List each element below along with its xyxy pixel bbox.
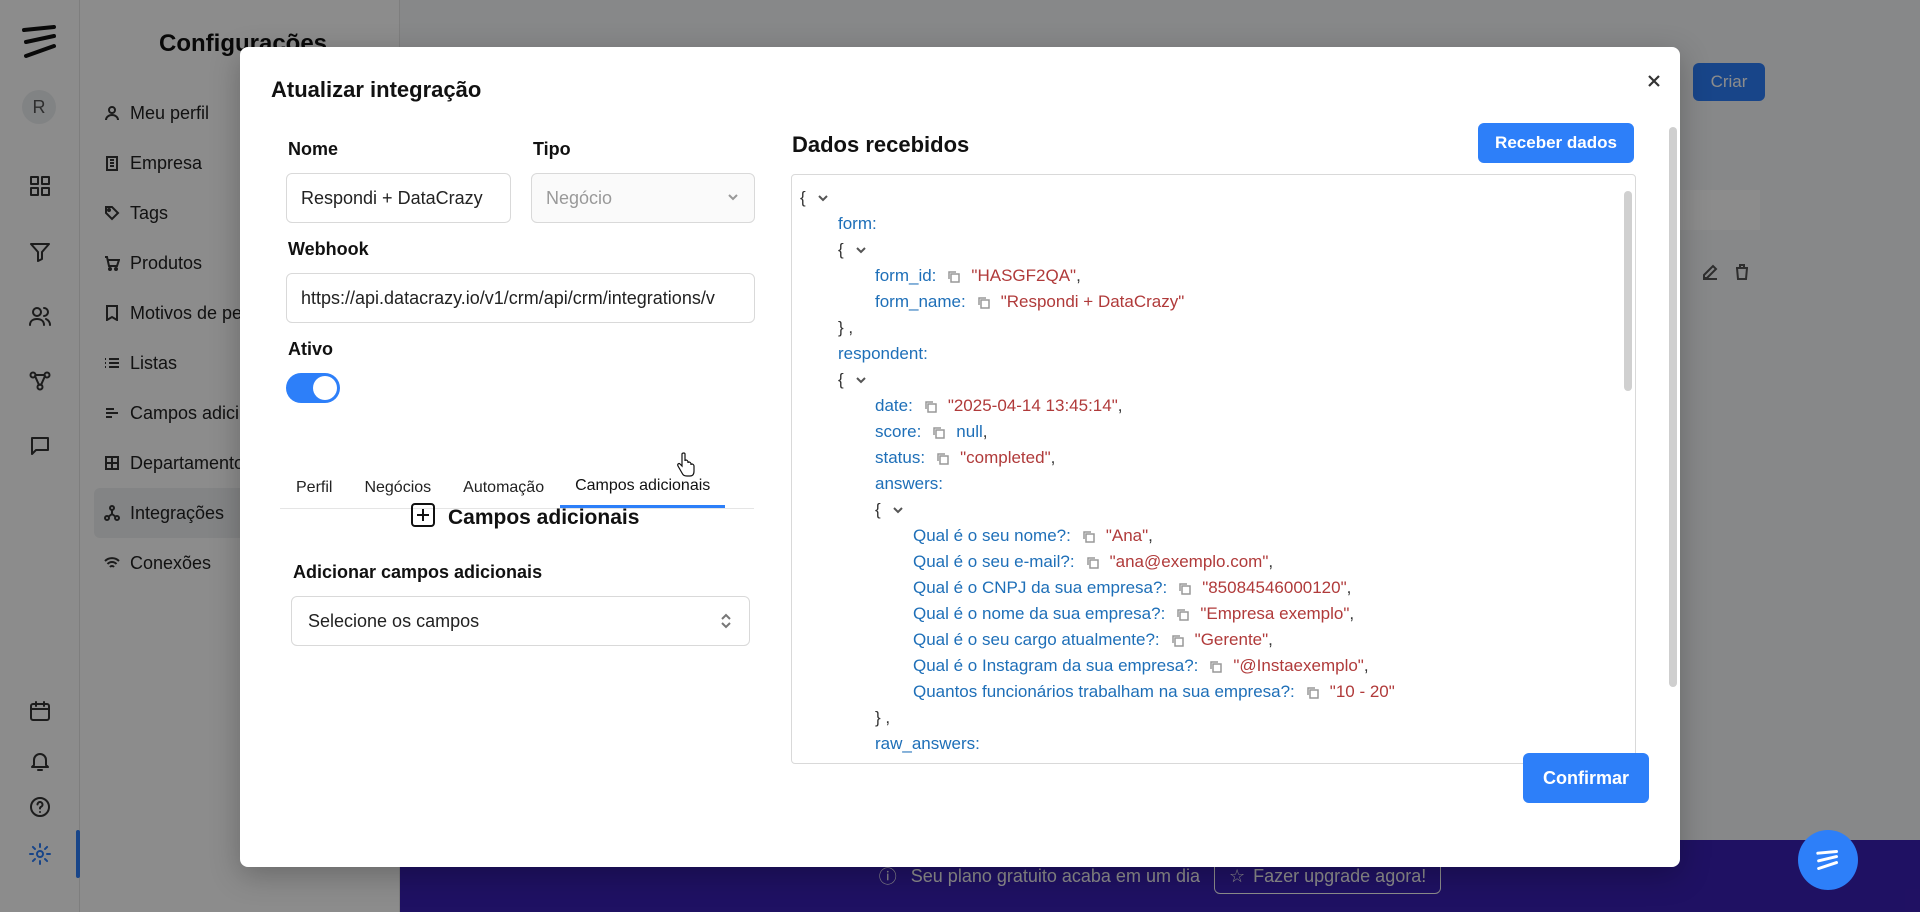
json-viewer[interactable]: { form: { form_id: "HASGF2QA", form_name:… — [791, 174, 1636, 764]
json-key-form: form: — [838, 214, 877, 233]
mouse-pointer-icon — [676, 452, 696, 478]
copy-icon[interactable] — [976, 295, 991, 310]
json-form-name: form_name: "Respondi + DataCrazy" — [875, 292, 1185, 311]
nome-input[interactable]: Respondi + DataCrazy — [286, 173, 511, 223]
modal-title: Atualizar integração — [271, 77, 482, 102]
json-respondent-open: { — [838, 367, 868, 393]
json-form-close: } , — [838, 318, 854, 337]
json-answers-open: { — [875, 497, 905, 523]
chevron-down-icon[interactable] — [816, 191, 830, 205]
confirmar-button[interactable]: Confirmar — [1523, 753, 1649, 803]
json-answers-close: } , — [875, 708, 891, 727]
json-scrollbar[interactable] — [1624, 191, 1632, 391]
update-integration-modal: Atualizar integração Nome Respondi + Dat… — [240, 47, 1680, 867]
copy-icon[interactable] — [1208, 659, 1223, 674]
select-placeholder: Selecione os campos — [308, 610, 480, 631]
receber-dados-button[interactable]: Receber dados — [1478, 123, 1634, 163]
copy-icon[interactable] — [1081, 529, 1096, 544]
modal-scrollbar[interactable] — [1669, 127, 1677, 687]
chevron-updown-icon — [721, 613, 731, 629]
close-button[interactable] — [1640, 67, 1668, 95]
tipo-select[interactable]: Negócio — [531, 173, 755, 223]
json-score: score: null, — [875, 422, 988, 441]
plus-square-icon — [410, 502, 436, 534]
chevron-down-icon[interactable] — [891, 503, 905, 517]
json-answer: Qual é o nome da sua empresa?: "Empresa e… — [913, 604, 1355, 623]
dados-recebidos-title: Dados recebidos — [792, 132, 970, 157]
section-title: Campos adicionais — [448, 506, 640, 529]
json-key-raw-answers: raw_answers: — [875, 734, 980, 753]
copy-icon[interactable] — [1177, 581, 1192, 596]
json-answer: Qual é o CNPJ da sua empresa?: "850845460… — [913, 578, 1352, 597]
json-form-open: { — [838, 237, 868, 263]
chevron-down-icon[interactable] — [854, 373, 868, 387]
copy-icon[interactable] — [1305, 685, 1320, 700]
json-key-respondent: respondent: — [838, 344, 928, 363]
webhook-input[interactable]: https://api.datacrazy.io/v1/crm/api/crm/… — [286, 273, 755, 323]
json-status: status: "completed", — [875, 448, 1056, 467]
json-date: date: "2025-04-14 13:45:14", — [875, 396, 1123, 415]
tab-perfil[interactable]: Perfil — [280, 467, 348, 508]
copy-icon[interactable] — [1170, 633, 1185, 648]
fields-select[interactable]: Selecione os campos — [291, 596, 750, 646]
webhook-label: Webhook — [288, 239, 369, 259]
json-answer: Qual é o seu cargo atualmente?: "Gerente"… — [913, 630, 1273, 649]
tipo-value: Negócio — [546, 187, 613, 208]
json-answer: Qual é o seu e-mail?: "ana@exemplo.com", — [913, 552, 1274, 571]
add-fields-label: Adicionar campos adicionais — [293, 562, 543, 582]
nome-label: Nome — [288, 139, 339, 159]
ativo-toggle[interactable] — [286, 373, 340, 403]
json-key-answers: answers: — [875, 474, 944, 493]
ativo-label: Ativo — [288, 339, 333, 359]
copy-icon[interactable] — [1175, 607, 1190, 622]
copy-icon[interactable] — [935, 451, 950, 466]
copy-icon[interactable] — [931, 425, 946, 440]
chevron-down-icon[interactable] — [854, 243, 868, 257]
json-answer: Qual é o seu nome?: "Ana", — [913, 526, 1153, 545]
add-fields-header[interactable]: Campos adicionais — [410, 502, 639, 534]
close-icon — [1648, 75, 1660, 87]
copy-icon[interactable] — [923, 399, 938, 414]
json-answer: Qual é o Instagram da sua empresa?: "@Ins… — [913, 656, 1369, 675]
json-answer: Quantos funcionários trabalham na sua em… — [913, 682, 1395, 701]
floating-chat-logo-icon[interactable] — [1798, 830, 1858, 890]
json-root-open: { — [800, 185, 830, 211]
tipo-label: Tipo — [533, 139, 571, 159]
copy-icon[interactable] — [946, 269, 961, 284]
chevron-down-icon — [726, 188, 740, 209]
json-form-id: form_id: "HASGF2QA", — [875, 266, 1081, 285]
toggle-knob — [313, 376, 337, 400]
copy-icon[interactable] — [1085, 555, 1100, 570]
